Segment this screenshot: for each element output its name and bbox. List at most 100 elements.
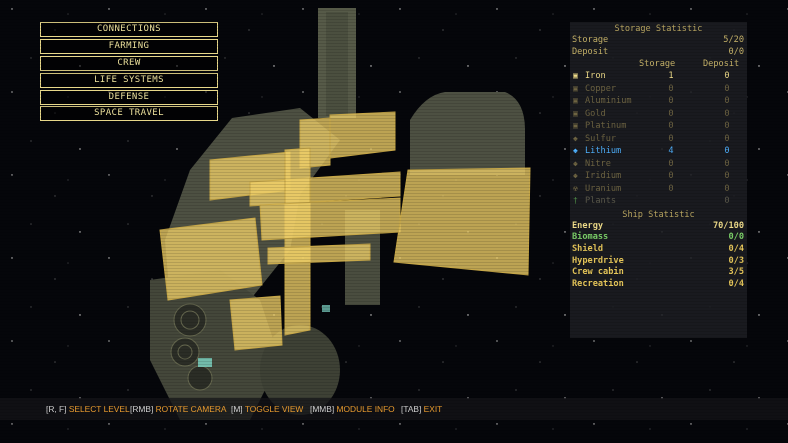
ship-stat-crew-cabin: Crew cabin 3/5 [570, 267, 747, 279]
hint-action: EXIT [423, 404, 443, 414]
col-deposit-header: Deposit [703, 58, 740, 69]
storage-capacity-row: Storage 5/20 [570, 35, 747, 47]
resource-storage: 0 [668, 183, 674, 194]
ship-stat-value: 0/4 [728, 278, 744, 289]
resource-deposit: 0 [724, 183, 730, 194]
ship-stat-shield: Shield 0/4 [570, 244, 747, 256]
resource-row-platinum: ▣ Platinum 0 0 [570, 120, 747, 133]
ship-stat-label: Shield [572, 244, 604, 255]
hint-key: [R, F] [46, 404, 67, 414]
storage-label: Storage [572, 35, 609, 45]
resource-deposit: 0 [724, 71, 730, 82]
menu-defense-button[interactable]: DEFENSE [40, 89, 218, 105]
storage-value: 5/20 [723, 35, 744, 45]
resource-deposit: 0 [724, 83, 730, 94]
controls-hint-bar: [R, F] SELECT LEVEL [RMB] ROTATE CAMERA … [0, 398, 788, 420]
resource-deposit: 0 [724, 158, 730, 169]
deposit-value: 0/0 [728, 46, 744, 57]
resource-row-lithium: ◆ Lithium 4 0 [570, 145, 747, 158]
resource-row-aluminium: ▣ Aluminium 0 0 [570, 95, 747, 108]
resource-deposit: 0 [724, 121, 730, 132]
resource-column-headers: Storage Deposit [570, 59, 747, 71]
resource-row-iridium: ◆ Iridium 0 0 [570, 170, 747, 183]
hint-action: TOGGLE VIEW [244, 404, 304, 414]
resource-name: Platinum [585, 121, 627, 132]
ore-icon: ▣ [573, 96, 578, 106]
plant-icon: † [573, 196, 578, 206]
hint-action: ROTATE CAMERA [155, 404, 227, 414]
menu-crew-button[interactable]: CREW [40, 55, 218, 71]
menu-life-systems-button[interactable]: LIFE SYSTEMS [40, 72, 218, 88]
ship-stat-label: Hyperdrive [572, 255, 624, 266]
resource-name: Sulfur [585, 133, 617, 144]
resource-name: Iron [585, 71, 606, 82]
resource-name: Uranium [585, 183, 622, 194]
hint-select-level: [R, F] SELECT LEVEL [46, 398, 130, 420]
ship-stat-label: Biomass [572, 232, 609, 243]
crystal-icon: ◆ [573, 146, 578, 156]
deposit-label: Deposit [572, 46, 609, 57]
resource-row-copper: ▣ Copper 0 0 [570, 83, 747, 96]
ore-icon: ▣ [573, 108, 578, 118]
resource-storage: 4 [668, 146, 674, 157]
hint-action: SELECT LEVEL [68, 404, 130, 414]
resource-deposit: 0 [724, 108, 730, 119]
menu-space-travel-button[interactable]: SPACE TRAVEL [40, 106, 218, 122]
resource-row-iron: ▣ Iron 1 0 [570, 70, 747, 83]
ship-stat-value: 70/100 [712, 220, 744, 231]
ore-icon: ▣ [573, 83, 578, 93]
resource-storage: 1 [668, 71, 674, 82]
resource-row-sulfur: ◆ Sulfur 0 0 [570, 133, 747, 146]
menu-connections-button[interactable]: CONNECTIONS [40, 22, 218, 37]
hint-module-info: [MMB] MODULE INFO [310, 398, 395, 420]
storage-statistic-title: Storage Statistic [614, 24, 703, 34]
menu-farming-button[interactable]: FARMING [40, 38, 218, 54]
resource-name: Iridium [585, 171, 622, 182]
ship-stat-hyperdrive: Hyperdrive 0/3 [570, 256, 747, 268]
resource-storage: 0 [668, 83, 674, 94]
ore-icon: ▣ [573, 121, 578, 131]
resource-name: Aluminium [585, 96, 632, 107]
resource-row-plants: † Plants 0 [570, 195, 747, 208]
resource-storage: 0 [668, 96, 674, 107]
resource-deposit: 0 [724, 96, 730, 107]
ship-stat-label: Crew cabin [572, 267, 624, 278]
hint-toggle-view: [M] TOGGLE VIEW [231, 398, 303, 420]
resource-storage: 0 [668, 121, 674, 132]
resource-storage: 0 [668, 133, 674, 144]
hint-key: [RMB] [130, 404, 154, 414]
ship-statistic-title: Ship Statistic [622, 209, 695, 220]
stats-panel: Storage Statistic Storage 5/20 Deposit 0… [570, 22, 747, 338]
ship-stat-label: Energy [572, 220, 604, 231]
crystal-icon: ◆ [573, 171, 578, 181]
col-storage-header: Storage [639, 58, 676, 69]
resource-name: Nitre [585, 158, 611, 169]
resource-deposit: 0 [724, 196, 730, 207]
resource-storage: 0 [668, 171, 674, 182]
resource-name: Lithium [585, 146, 622, 157]
hint-key: [M] [231, 404, 243, 414]
hint-key: [MMB] [310, 404, 335, 414]
resource-row-nitre: ◆ Nitre 0 0 [570, 158, 747, 171]
resource-deposit: 0 [724, 133, 730, 144]
ship-stat-value: 0/4 [728, 244, 744, 255]
resource-name: Gold [585, 108, 606, 119]
radiation-icon: ☢ [573, 183, 578, 193]
ship-stat-value: 0/3 [728, 255, 744, 266]
ship-stat-label: Recreation [572, 278, 624, 289]
crystal-icon: ◆ [573, 133, 578, 143]
ore-icon: ▣ [573, 71, 578, 81]
category-menu: CONNECTIONS FARMING CREW LIFE SYSTEMS DE… [40, 22, 218, 123]
resource-name: Plants [585, 196, 617, 207]
resource-deposit: 0 [724, 171, 730, 182]
hint-rotate-camera: [RMB] ROTATE CAMERA [130, 398, 226, 420]
resource-name: Copper [585, 83, 617, 94]
resource-row-uranium: ☢ Uranium 0 0 [570, 183, 747, 196]
ship-stat-value: 3/5 [728, 267, 744, 278]
hint-action: MODULE INFO [336, 404, 395, 414]
resource-deposit: 0 [724, 146, 730, 157]
resource-row-gold: ▣ Gold 0 0 [570, 108, 747, 121]
ship-stat-energy: Energy 70/100 [570, 221, 747, 233]
crystal-icon: ◆ [573, 158, 578, 168]
resource-storage: 0 [668, 108, 674, 119]
